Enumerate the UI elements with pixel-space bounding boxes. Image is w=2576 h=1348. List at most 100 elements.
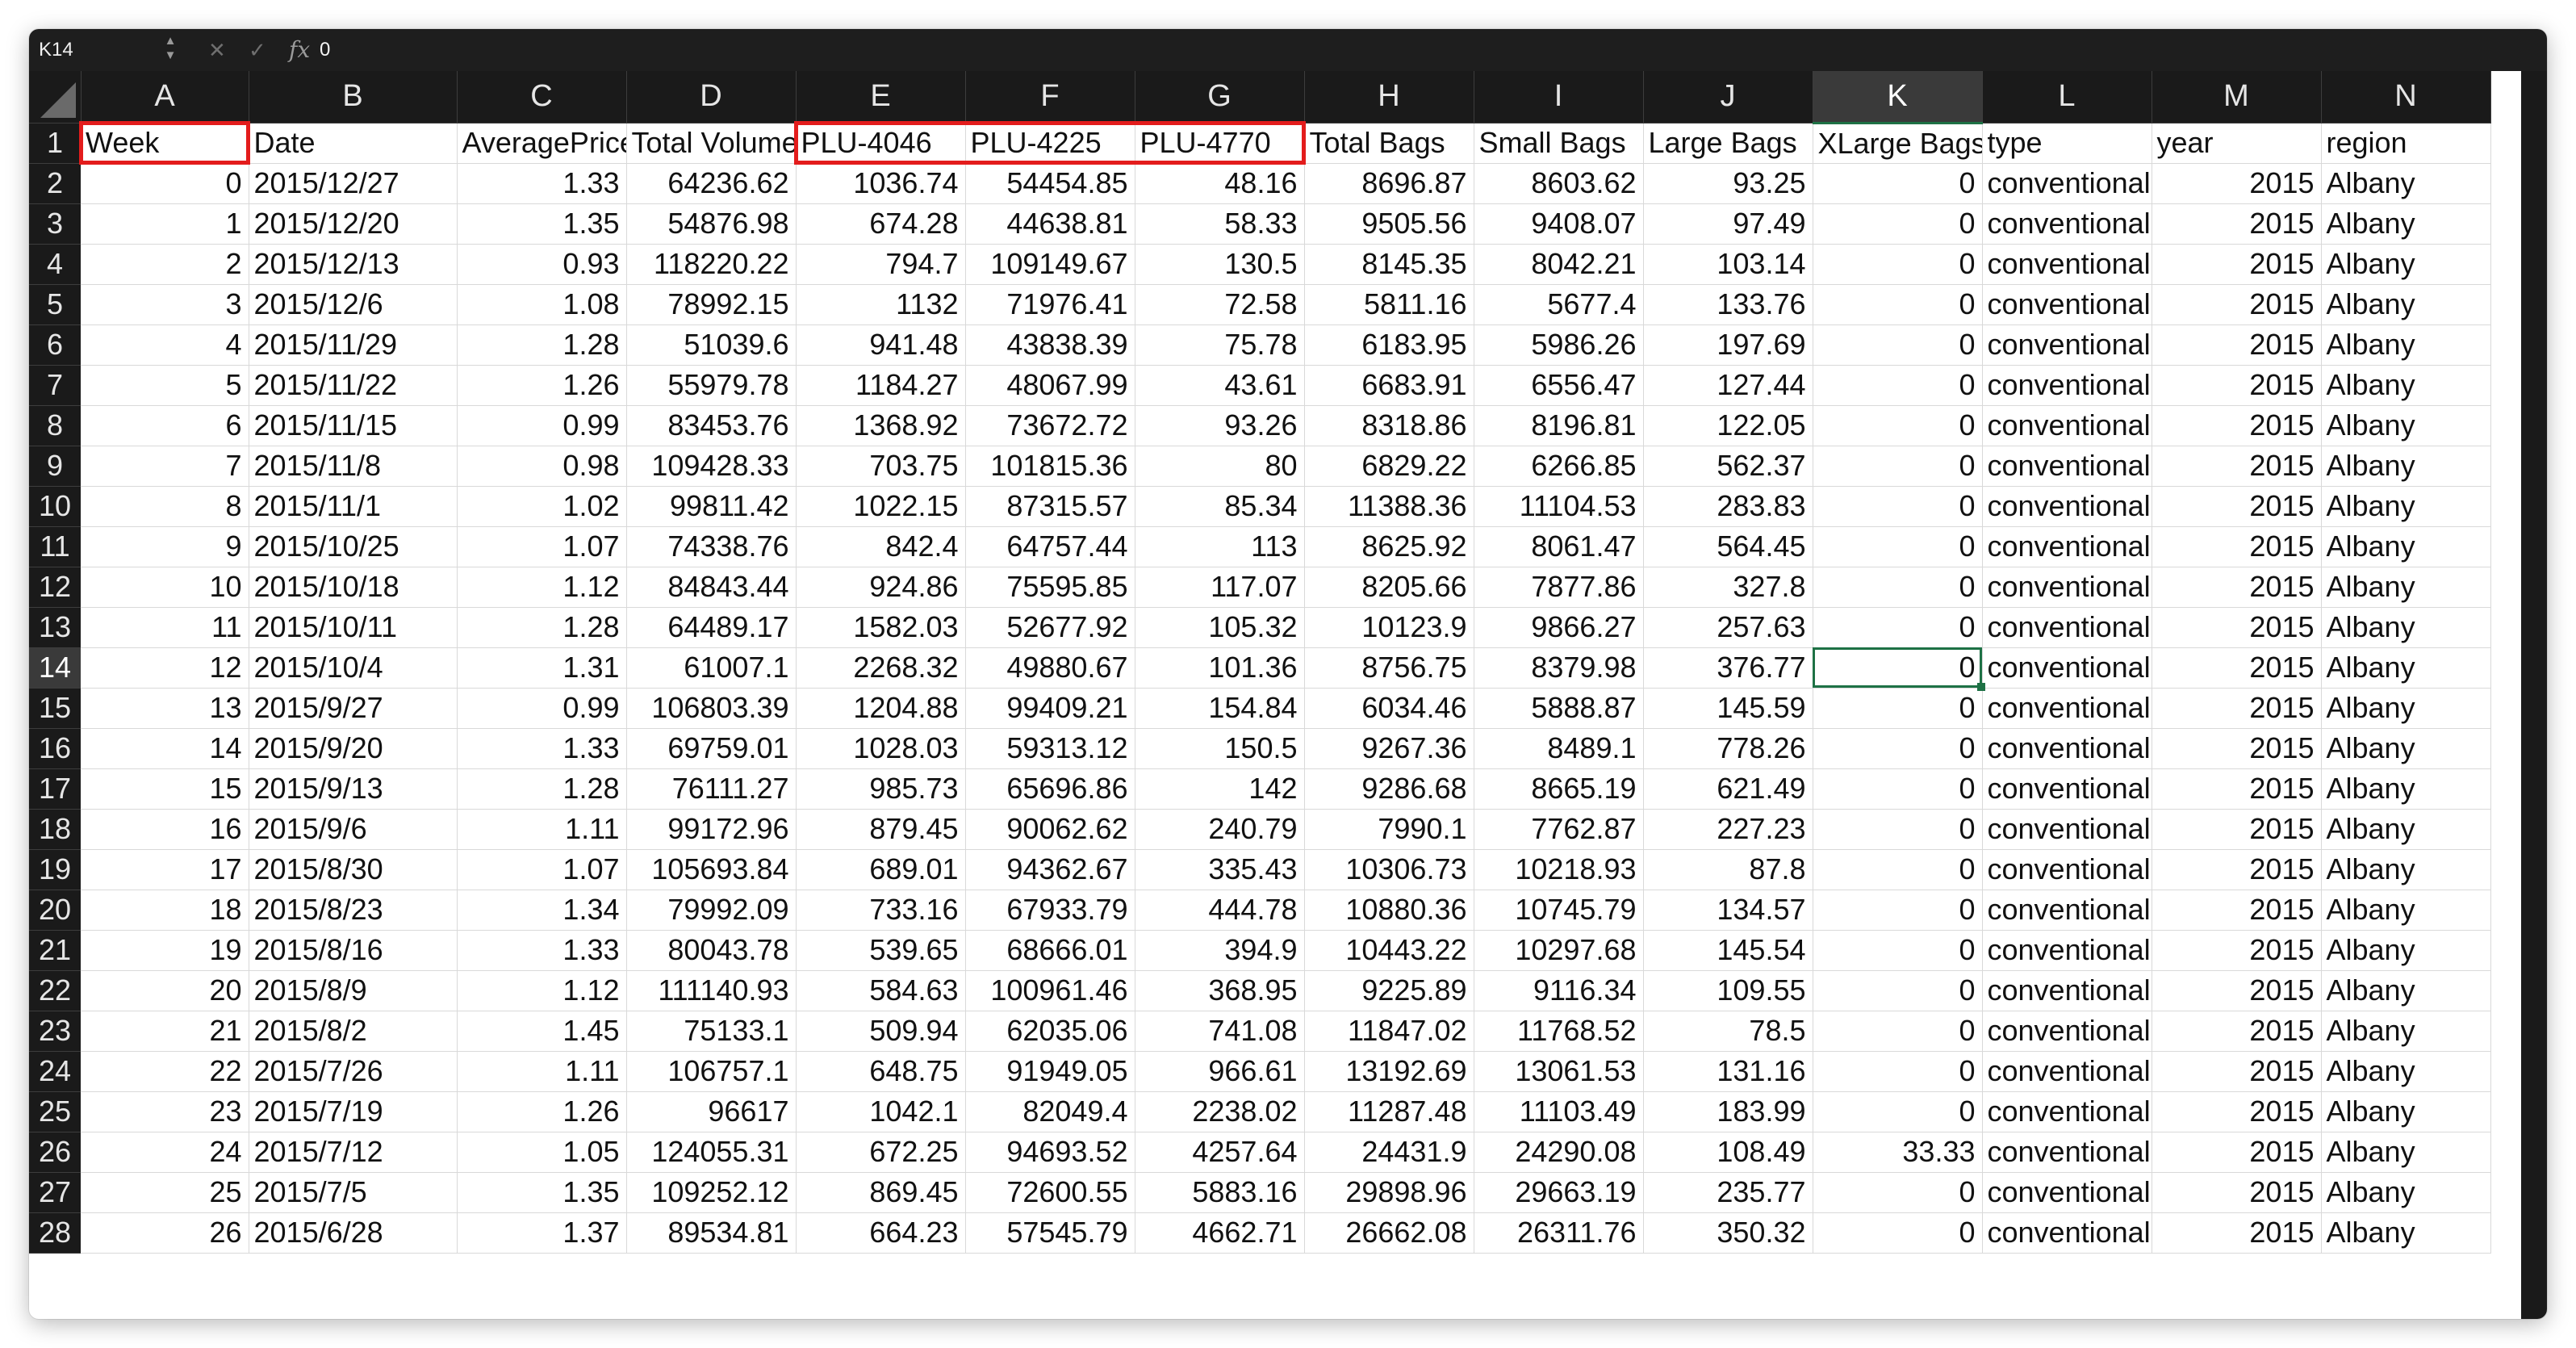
cell[interactable]: 733.16 [796, 890, 966, 931]
cell[interactable]: Albany [2321, 849, 2491, 890]
cell[interactable]: 10880.36 [1304, 890, 1474, 931]
cell[interactable]: 1.33 [457, 930, 627, 971]
cell[interactable]: Albany [2321, 284, 2491, 325]
cell[interactable]: 283.83 [1643, 486, 1813, 527]
cell[interactable]: 2268.32 [796, 647, 966, 689]
cell[interactable]: 72.58 [1135, 284, 1305, 325]
cell[interactable]: Albany [2321, 567, 2491, 608]
cell[interactable]: 794.7 [796, 244, 966, 285]
cell[interactable]: 0 [1813, 1051, 1983, 1092]
cell[interactable]: 100961.46 [965, 970, 1135, 1011]
cell[interactable]: 20 [81, 970, 249, 1011]
row-header[interactable]: 8 [29, 405, 81, 446]
cell[interactable]: 1.26 [457, 1091, 627, 1132]
cell[interactable]: 4662.71 [1135, 1212, 1305, 1254]
cell[interactable]: 2015 [2152, 324, 2322, 366]
cell[interactable]: 0 [1813, 567, 1983, 608]
cell[interactable]: 2015/8/2 [249, 1011, 458, 1052]
row-header[interactable]: 17 [29, 768, 81, 810]
cell[interactable]: conventional [1982, 486, 2152, 527]
cell[interactable]: 2238.02 [1135, 1091, 1305, 1132]
cell[interactable]: 8145.35 [1304, 244, 1474, 285]
cell[interactable]: 0 [1813, 1011, 1983, 1052]
cell[interactable]: 124055.31 [626, 1132, 797, 1173]
cell[interactable]: conventional [1982, 324, 2152, 366]
cell[interactable]: 59313.12 [965, 728, 1135, 769]
row-header[interactable]: 10 [29, 486, 81, 527]
cell[interactable]: 2015 [2152, 405, 2322, 446]
cell[interactable]: 14 [81, 728, 249, 769]
cell[interactable]: 0 [1813, 526, 1983, 567]
cell[interactable]: 6183.95 [1304, 324, 1474, 366]
cell[interactable]: 7877.86 [1474, 567, 1644, 608]
cell[interactable]: 2015/9/13 [249, 768, 458, 810]
cell[interactable]: 1132 [796, 284, 966, 325]
row-header[interactable]: 9 [29, 446, 81, 487]
cell[interactable]: conventional [1982, 1212, 2152, 1254]
cell[interactable]: 87.8 [1643, 849, 1813, 890]
cell[interactable]: Albany [2321, 647, 2491, 689]
row-header[interactable]: 7 [29, 365, 81, 406]
header-cell[interactable]: XLarge Bags [1813, 123, 1983, 164]
cell[interactable]: 0 [1813, 728, 1983, 769]
cell[interactable]: 0 [1813, 1212, 1983, 1254]
cell[interactable]: 966.61 [1135, 1051, 1305, 1092]
cell[interactable]: 0 [1813, 486, 1983, 527]
cell[interactable]: 80043.78 [626, 930, 797, 971]
cell[interactable]: 2015/10/18 [249, 567, 458, 608]
cell[interactable]: 2015 [2152, 446, 2322, 487]
cell[interactable]: 65696.86 [965, 768, 1135, 810]
cell[interactable]: 2015/11/1 [249, 486, 458, 527]
cell[interactable]: 29663.19 [1474, 1172, 1644, 1213]
row-header[interactable]: 20 [29, 890, 81, 931]
cell[interactable]: 142 [1135, 768, 1305, 810]
cell[interactable]: 1582.03 [796, 607, 966, 648]
row-header[interactable]: 2 [29, 163, 81, 204]
cell[interactable]: 118220.22 [626, 244, 797, 285]
cell[interactable]: 1042.1 [796, 1091, 966, 1132]
cell[interactable]: 10745.79 [1474, 890, 1644, 931]
column-header-i[interactable]: I [1474, 71, 1644, 123]
row-header[interactable]: 27 [29, 1172, 81, 1213]
cell[interactable]: 94693.52 [965, 1132, 1135, 1173]
cell[interactable]: 76111.27 [626, 768, 797, 810]
row-header[interactable]: 11 [29, 526, 81, 567]
cell[interactable]: 235.77 [1643, 1172, 1813, 1213]
cell[interactable]: 9225.89 [1304, 970, 1474, 1011]
cell[interactable]: 0 [1813, 405, 1983, 446]
cell[interactable]: 2015/11/15 [249, 405, 458, 446]
cell[interactable]: 0.99 [457, 405, 627, 446]
cell[interactable]: conventional [1982, 365, 2152, 406]
column-header-n[interactable]: N [2321, 71, 2491, 123]
cell[interactable]: 11388.36 [1304, 486, 1474, 527]
cell[interactable]: 131.16 [1643, 1051, 1813, 1092]
cell[interactable]: 2015 [2152, 284, 2322, 325]
cell[interactable]: Albany [2321, 1011, 2491, 1052]
cell[interactable]: 64757.44 [965, 526, 1135, 567]
cell[interactable]: 109149.67 [965, 244, 1135, 285]
cell[interactable]: 11103.49 [1474, 1091, 1644, 1132]
row-header[interactable]: 23 [29, 1011, 81, 1052]
cell[interactable]: 10306.73 [1304, 849, 1474, 890]
cell[interactable]: 0 [1813, 203, 1983, 245]
cell[interactable]: 869.45 [796, 1172, 966, 1213]
cell[interactable]: 2015 [2152, 607, 2322, 648]
cell[interactable]: 8042.21 [1474, 244, 1644, 285]
cell[interactable]: 11 [81, 607, 249, 648]
cell[interactable]: 0.93 [457, 244, 627, 285]
cell[interactable]: 48.16 [1135, 163, 1305, 204]
cell[interactable]: Albany [2321, 768, 2491, 810]
row-header[interactable]: 13 [29, 607, 81, 648]
cell[interactable]: 6034.46 [1304, 688, 1474, 729]
column-header-l[interactable]: L [1982, 71, 2152, 123]
cell[interactable]: 0 [1813, 970, 1983, 1011]
cell[interactable]: 2015/7/26 [249, 1051, 458, 1092]
header-cell[interactable]: AveragePrice [457, 123, 627, 164]
cell[interactable]: conventional [1982, 647, 2152, 689]
cell[interactable]: 0 [1813, 284, 1983, 325]
cell[interactable]: 109428.33 [626, 446, 797, 487]
cell[interactable]: 10 [81, 567, 249, 608]
cell[interactable]: Albany [2321, 809, 2491, 850]
cell[interactable]: conventional [1982, 849, 2152, 890]
cell[interactable]: conventional [1982, 890, 2152, 931]
